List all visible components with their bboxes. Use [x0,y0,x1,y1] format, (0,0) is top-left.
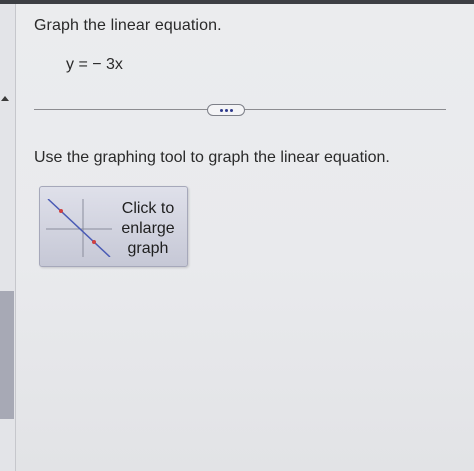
scrollbar-thumb[interactable] [0,291,14,419]
equation-text: y = − 3x [66,56,123,73]
ellipsis-icon [219,108,223,112]
enlarge-graph-label: Click to enlarge graph [121,200,175,257]
scroll-up-arrow-icon[interactable] [1,96,9,101]
expand-more-button[interactable] [207,104,245,116]
graph-thumbnail-icon [46,199,112,257]
ellipsis-icon [229,108,233,112]
question-title: Graph the linear equation. [34,17,222,34]
question-panel: Graph the linear equation. y = − 3x Use … [16,4,474,471]
instruction-text: Use the graphing tool to graph the linea… [34,149,390,166]
enlarge-graph-button[interactable]: Click to enlarge graph [39,186,188,267]
left-scrollbar[interactable] [0,4,16,471]
ellipsis-icon [224,108,228,112]
